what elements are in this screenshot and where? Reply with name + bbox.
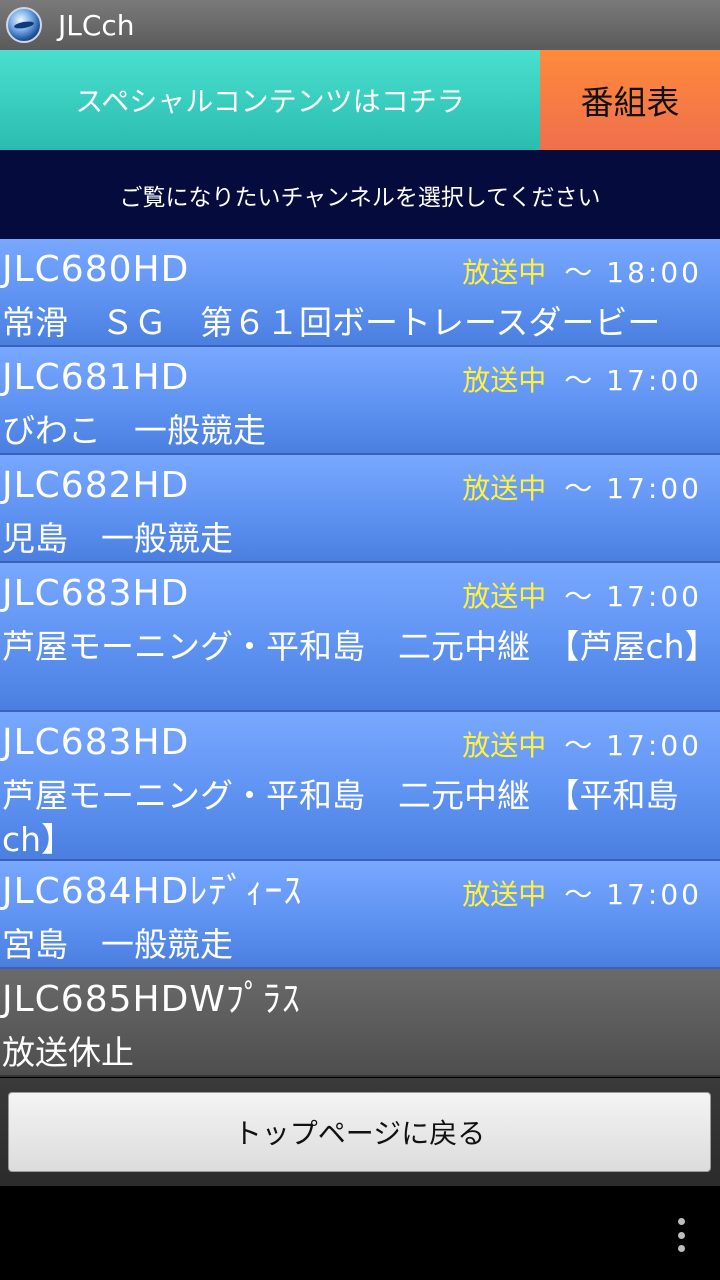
end-time: 17:00 <box>606 878 702 911</box>
tilde: ～ <box>564 580 593 613</box>
program-schedule-button[interactable]: 番組表 <box>540 50 720 150</box>
tilde: ～ <box>564 364 593 397</box>
jlc-logo-icon <box>6 7 42 43</box>
channel-status: 放送中 ～ 18:00 <box>462 253 702 293</box>
program-title: 宮島 一般競走 <box>2 925 233 964</box>
channel-name: JLC681HD <box>2 357 190 398</box>
onair-label: 放送中 <box>462 878 547 911</box>
banner: スペシャルコンテンツはコチラ 番組表 <box>0 50 720 150</box>
channel-name: JLC683HD <box>2 722 190 763</box>
title-bar: JLCch <box>0 0 720 50</box>
channel-status: 放送中 ～ 17:00 <box>462 577 702 617</box>
instruction-text: ご覧になりたいチャンネルを選択してください <box>0 150 720 239</box>
app-title: JLCch <box>58 8 135 42</box>
program-title: 芦屋モーニング・平和島 二元中継 【平和島ch】 <box>2 776 679 859</box>
onair-label: 放送中 <box>462 729 547 762</box>
end-time: 17:00 <box>606 364 702 397</box>
program-title: 常滑 ＳＧ 第６１回ボートレースダービー <box>2 303 661 342</box>
channel-row[interactable]: JLC680HD 放送中 ～ 18:00 常滑 ＳＧ 第６１回ボートレースダービー <box>0 239 720 347</box>
program-title: びわこ 一般競走 <box>2 411 266 450</box>
end-time: 17:00 <box>606 580 702 613</box>
channel-row[interactable]: JLC684HDﾚﾃﾞｨｰｽ 放送中 ～ 17:00 宮島 一般競走 <box>0 861 720 969</box>
channel-name: JLC680HD <box>2 249 190 290</box>
program-title: 放送休止 <box>2 1033 134 1072</box>
end-time: 18:00 <box>606 256 702 289</box>
channel-status: 放送中 ～ 17:00 <box>462 726 702 766</box>
back-to-top-button[interactable]: トップページに戻る <box>8 1092 711 1172</box>
tilde: ～ <box>564 472 593 505</box>
channel-name: JLC683HD <box>2 573 190 614</box>
special-contents-button[interactable]: スペシャルコンテンツはコチラ <box>0 50 540 150</box>
channel-row[interactable]: JLC682HD 放送中 ～ 17:00 児島 一般競走 <box>0 455 720 563</box>
end-time: 17:00 <box>606 729 702 762</box>
program-title: 芦屋モーニング・平和島 二元中継 【芦屋ch】 <box>2 627 718 666</box>
tilde: ～ <box>564 256 593 289</box>
channel-status: 放送中 ～ 17:00 <box>462 469 702 509</box>
onair-label: 放送中 <box>462 256 547 289</box>
channel-row[interactable]: JLC681HD 放送中 ～ 17:00 びわこ 一般競走 <box>0 347 720 455</box>
onair-label: 放送中 <box>462 580 547 613</box>
channel-row[interactable]: JLC685HDWﾌﾟﾗｽ 放送休止 <box>0 969 720 1077</box>
onair-label: 放送中 <box>462 364 547 397</box>
end-time: 17:00 <box>606 472 702 505</box>
channel-status: 放送中 ～ 17:00 <box>462 361 702 401</box>
channel-list: JLC680HD 放送中～ 18:00 常滑 ＳＧ 第６１回ボートレースダービー … <box>0 239 720 1077</box>
onair-label: 放送中 <box>462 472 547 505</box>
navigation-bar <box>0 1186 720 1280</box>
overflow-menu-icon[interactable] <box>678 1218 686 1252</box>
program-title: 児島 一般競走 <box>2 519 233 558</box>
channel-row[interactable]: JLC683HD 放送中 ～ 17:00 芦屋モーニング・平和島 二元中継 【平和島… <box>0 712 720 861</box>
channel-row[interactable]: JLC683HD 放送中 ～ 17:00 芦屋モーニング・平和島 二元中継 【芦屋c… <box>0 563 720 712</box>
channel-name: JLC684HDﾚﾃﾞｨｰｽ <box>2 871 303 912</box>
tilde: ～ <box>564 878 593 911</box>
channel-name: JLC682HD <box>2 465 190 506</box>
channel-status: 放送中 ～ 17:00 <box>462 875 702 915</box>
tilde: ～ <box>564 729 593 762</box>
channel-name: JLC685HDWﾌﾟﾗｽ <box>2 979 301 1020</box>
bottom-bar: トップページに戻る <box>0 1078 720 1186</box>
